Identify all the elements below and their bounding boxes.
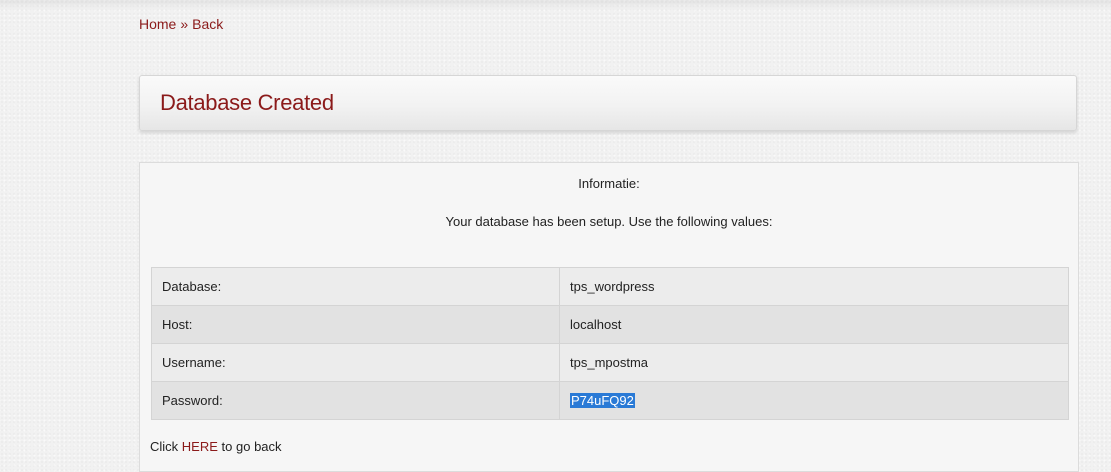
username-value: tps_mpostma [559, 343, 1069, 382]
password-value[interactable]: P74uFQ92 [570, 393, 635, 408]
back-suffix: to go back [221, 439, 282, 454]
password-label: Password: [151, 381, 560, 420]
breadcrumb: Home» Back [139, 16, 223, 32]
password-cell: P74uFQ92 [559, 381, 1069, 420]
back-instruction: Click HERE to go back [150, 439, 282, 454]
title-panel: Database Created [139, 75, 1077, 131]
here-link[interactable]: HERE [182, 439, 218, 454]
table-row-username: Username: tps_mpostma [151, 343, 1069, 382]
table-row-password: Password: P74uFQ92 [151, 381, 1069, 420]
breadcrumb-separator: » [180, 16, 189, 32]
database-label: Database: [151, 267, 560, 306]
table-row-host: Host: localhost [151, 305, 1069, 344]
database-value: tps_wordpress [559, 267, 1069, 306]
table-row-database: Database: tps_wordpress [151, 267, 1069, 306]
info-message: Your database has been setup. Use the fo… [445, 214, 773, 229]
username-label: Username: [151, 343, 560, 382]
credentials-table: Database: tps_wordpress Host: localhost … [151, 267, 1069, 420]
host-label: Host: [151, 305, 560, 344]
content-panel: Informatie: Your database has been setup… [139, 162, 1079, 472]
breadcrumb-back-link[interactable]: Back [192, 16, 223, 32]
info-heading: Informatie: [578, 176, 640, 191]
breadcrumb-home-link[interactable]: Home [139, 16, 176, 32]
top-shadow [0, 0, 1111, 10]
host-value: localhost [559, 305, 1069, 344]
back-prefix: Click [150, 439, 179, 454]
page-title: Database Created [160, 90, 334, 115]
